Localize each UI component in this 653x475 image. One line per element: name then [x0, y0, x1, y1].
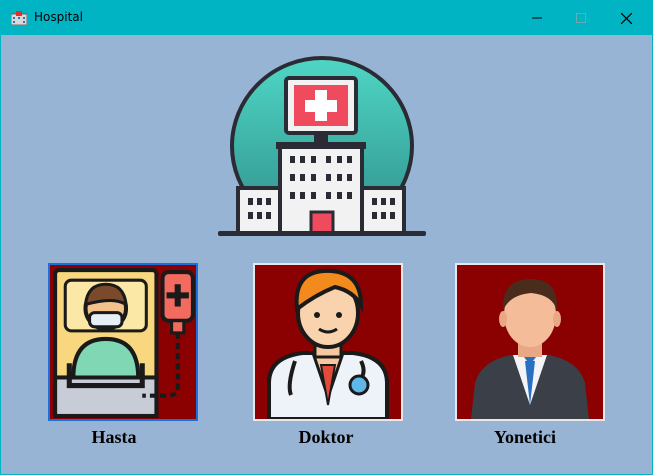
manager-button[interactable] — [455, 263, 605, 421]
minimize-icon — [532, 17, 542, 19]
window-title: Hospital — [34, 10, 83, 24]
close-icon — [620, 12, 632, 24]
hospital-icon — [11, 11, 27, 25]
close-button[interactable] — [603, 1, 649, 35]
doctor-button[interactable] — [253, 263, 403, 421]
doctor-label: Doktor — [298, 427, 354, 447]
app-window: Hospital Hasta Doktor Yonetici — [0, 0, 653, 475]
maximize-button[interactable] — [558, 1, 604, 35]
hospital-building-icon — [214, 56, 430, 238]
patient-button[interactable] — [48, 263, 198, 421]
patient-icon — [51, 266, 195, 418]
manager-icon — [457, 265, 603, 419]
title-bar[interactable]: Hospital — [1, 1, 652, 35]
patient-label: Hasta — [91, 427, 137, 447]
maximize-icon — [576, 13, 586, 23]
minimize-button[interactable] — [514, 1, 560, 35]
doctor-icon — [255, 265, 401, 419]
manager-label: Yonetici — [494, 427, 556, 447]
